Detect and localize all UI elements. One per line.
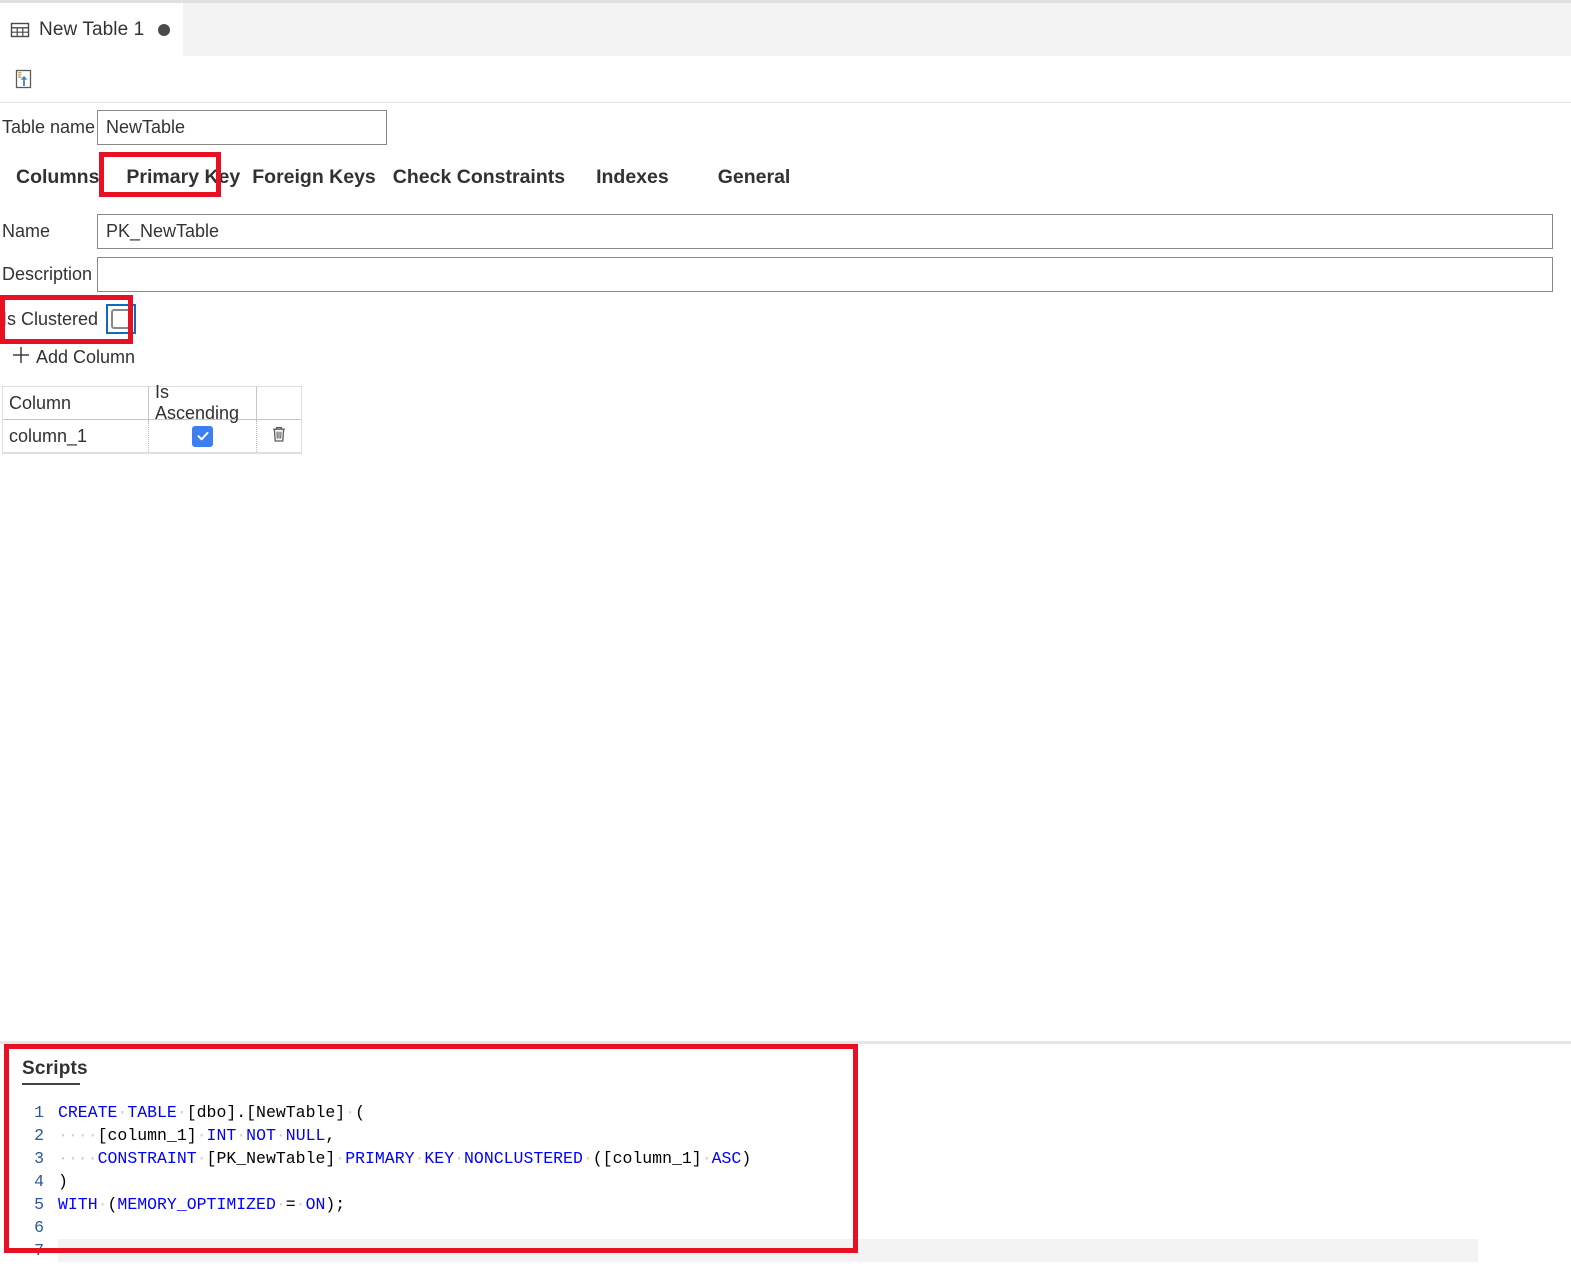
line-number: 3 <box>34 1149 44 1168</box>
pk-name-label: Name <box>2 221 51 241</box>
tab-title: New Table 1 <box>39 18 145 40</box>
pk-description-row: Description <box>0 257 1553 292</box>
script-line[interactable]: 7 <box>22 1239 1552 1262</box>
scripts-title[interactable]: Scripts <box>22 1058 88 1080</box>
line-number: 1 <box>34 1103 44 1122</box>
tab-check-constraints[interactable]: Check Constraints <box>391 166 567 189</box>
is-ascending-checkbox[interactable] <box>192 425 213 447</box>
line-number: 2 <box>34 1126 44 1145</box>
plus-icon <box>10 344 32 371</box>
tab-columns[interactable]: Columns <box>14 166 101 189</box>
pk-name-input[interactable]: PK_NewTable <box>97 214 1553 249</box>
grid-cell-is-ascending[interactable] <box>149 420 257 452</box>
is-clustered-focus-ring <box>106 304 137 334</box>
scripts-header: Scripts <box>22 1058 88 1085</box>
trash-icon[interactable] <box>269 424 289 449</box>
script-line[interactable]: 4) <box>22 1170 1552 1193</box>
script-line[interactable]: 5 WITH·(MEMORY_OPTIMIZED·=·ON); <box>22 1193 1552 1216</box>
is-clustered-label: Is Clustered <box>2 308 99 329</box>
script-line[interactable]: 6 <box>22 1216 1552 1239</box>
table-name-input[interactable]: NewTable <box>97 110 387 145</box>
grid-header-actions <box>257 387 301 419</box>
designer-toolbar <box>0 56 1571 103</box>
editor-tab-strip: New Table 1 <box>0 0 1571 56</box>
grid-cell-delete[interactable] <box>257 420 301 452</box>
pk-name-row: Name PK_NewTable <box>0 214 1553 249</box>
grid-cell-column[interactable]: column_1 <box>3 420 149 452</box>
script-line[interactable]: 2 ····[column_1]·INT·NOT·NULL, <box>22 1124 1552 1147</box>
script-line-text: ····[column_1]·INT·NOT·NULL, <box>58 1126 336 1145</box>
scripts-panel: Scripts 1 CREATE·TABLE·[dbo].[NewTable]·(… <box>0 1044 1571 1264</box>
script-line[interactable]: 1 CREATE·TABLE·[dbo].[NewTable]·( <box>22 1101 1552 1124</box>
table-designer: New Table 1 Table name NewTable Columns … <box>0 0 1571 1264</box>
pk-description-input[interactable] <box>97 257 1553 292</box>
grid-header-row: Column Is Ascending <box>3 382 301 423</box>
designer-pivot-tabs: Columns Primary Key Foreign Keys Check C… <box>0 160 792 194</box>
line-number: 7 <box>34 1241 44 1260</box>
grid-header-is-ascending[interactable]: Is Ascending <box>149 382 257 423</box>
grid-header-column[interactable]: Column <box>3 387 149 419</box>
scripts-active-underline <box>22 1083 80 1085</box>
tab-new-table-1[interactable]: New Table 1 <box>0 3 183 56</box>
is-clustered-checkbox[interactable] <box>111 309 132 329</box>
publish-changes-button[interactable] <box>9 64 39 94</box>
script-line-text <box>58 1216 68 1239</box>
tab-general[interactable]: General <box>716 166 793 189</box>
tab-primary-key[interactable]: Primary Key <box>124 166 242 189</box>
pk-description-label: Description <box>2 264 93 284</box>
table-grid-icon <box>10 20 30 40</box>
add-column-button[interactable]: Add Column <box>10 344 135 371</box>
primary-key-columns-grid: Column Is Ascending column_1 <box>2 382 302 454</box>
line-number: 4 <box>34 1172 44 1191</box>
script-line[interactable]: 3 ····CONSTRAINT·[PK_NewTable]·PRIMARY·KE… <box>22 1147 1552 1170</box>
script-line-text: ····CONSTRAINT·[PK_NewTable]·PRIMARY·KEY… <box>58 1149 752 1168</box>
table-name-label: Table name <box>2 117 96 137</box>
tab-foreign-keys[interactable]: Foreign Keys <box>250 166 378 189</box>
table-row[interactable]: column_1 <box>3 420 301 453</box>
table-name-row: Table name NewTable <box>0 110 387 145</box>
script-editor[interactable]: 1 CREATE·TABLE·[dbo].[NewTable]·( 2 ····[co… <box>22 1101 1552 1262</box>
script-line-text <box>58 1239 1478 1262</box>
add-column-label: Add Column <box>36 347 136 367</box>
is-clustered-row: Is Clustered <box>0 304 137 334</box>
line-number: 6 <box>34 1218 44 1237</box>
script-line-text: CREATE·TABLE·[dbo].[NewTable]·( <box>58 1103 365 1122</box>
line-number: 5 <box>34 1195 44 1214</box>
unsaved-dot-icon <box>158 23 171 36</box>
script-line-text: ) <box>58 1172 68 1191</box>
tab-indexes[interactable]: Indexes <box>594 166 671 189</box>
script-line-text: WITH·(MEMORY_OPTIMIZED·=·ON); <box>58 1195 346 1214</box>
